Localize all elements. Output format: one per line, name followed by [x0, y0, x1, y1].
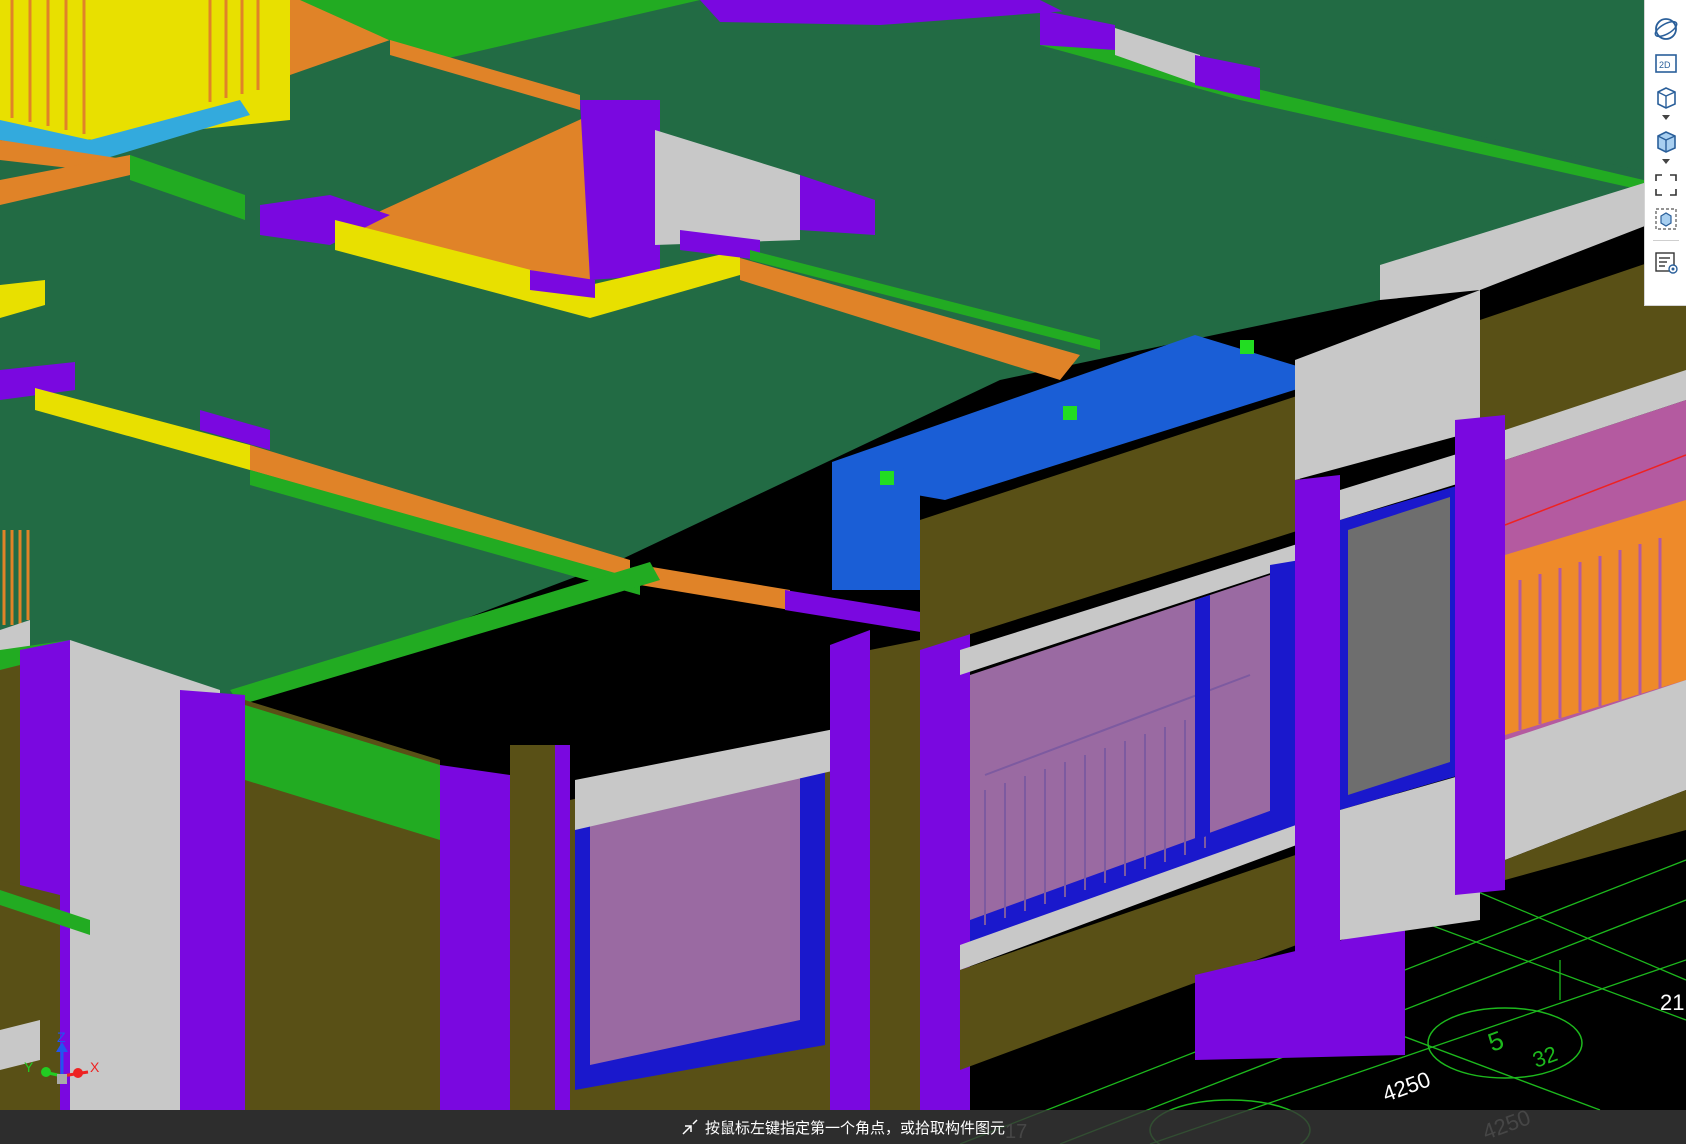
select-corner-icon: [682, 1119, 698, 1135]
axis-origin-box: [57, 1074, 67, 1084]
y-axis-label: Y: [24, 1059, 34, 1075]
window-glass-3: [1348, 497, 1450, 795]
chevron-down-icon: [1661, 159, 1670, 164]
z-axis-label: Z: [57, 1029, 66, 1045]
orbit-icon: [1654, 18, 1677, 40]
cube-outline-icon: [1656, 87, 1676, 109]
display-mode-dropdown[interactable]: [1661, 158, 1671, 166]
beam-grip-2[interactable]: [1063, 406, 1077, 420]
toolbar-separator: [1652, 240, 1679, 241]
chevron-down-icon: [1661, 115, 1670, 120]
dimension-21: 21: [1660, 990, 1684, 1015]
command-prompt-text: 按鼠标左键指定第一个角点，或拾取构件图元: [704, 1119, 1005, 1137]
section-box-button[interactable]: [1651, 204, 1681, 234]
column-mid-right-1[interactable]: [830, 630, 870, 1110]
selected-beam-side[interactable]: [832, 462, 920, 590]
column-stack-2[interactable]: [555, 745, 570, 1110]
window-mullion: [1195, 595, 1210, 840]
y-axis-knob: [41, 1067, 51, 1077]
display-settings-icon: [1654, 252, 1678, 274]
column-mid-1[interactable]: [580, 100, 660, 280]
axis-gizmo: Z Y X: [22, 1028, 102, 1088]
2d-view-label: 2D: [1659, 60, 1671, 70]
section-box-icon: [1654, 208, 1677, 230]
zoom-extents-button[interactable]: [1651, 170, 1681, 200]
column-stack-1[interactable]: [440, 765, 510, 1110]
orbit-button[interactable]: [1651, 14, 1681, 44]
view-toolbar: 2D: [1644, 0, 1686, 306]
yellow-wall-upper[interactable]: [0, 0, 290, 140]
beam-grip-1[interactable]: [1240, 340, 1254, 354]
x-axis-knob: [73, 1068, 83, 1078]
3d-view-dropdown[interactable]: [1661, 114, 1671, 122]
wall-mid-right[interactable]: [870, 640, 920, 1110]
cube-shaded-icon: [1656, 131, 1676, 153]
column-low-left-2[interactable]: [180, 690, 245, 1110]
2d-view-icon: 2D: [1654, 54, 1677, 73]
command-prompt-bar: 按鼠标左键指定第一个角点，或拾取构件图元: [0, 1110, 1686, 1144]
column-right-2[interactable]: [1455, 415, 1505, 895]
column-right-1[interactable]: [1295, 475, 1340, 955]
x-axis-label: X: [90, 1059, 100, 1075]
display-mode-button[interactable]: [1651, 126, 1681, 156]
3d-view-button[interactable]: [1651, 82, 1681, 112]
beam-grip-3[interactable]: [880, 471, 894, 485]
building-model-canvas[interactable]: 5 32 4250 4250 21: [0, 0, 1686, 1144]
3d-viewport[interactable]: 5 32 4250 4250 21: [0, 0, 1686, 1144]
display-settings-button[interactable]: [1651, 247, 1681, 277]
fullscreen-icon: [1654, 174, 1677, 196]
2d-view-button[interactable]: 2D: [1651, 48, 1681, 78]
